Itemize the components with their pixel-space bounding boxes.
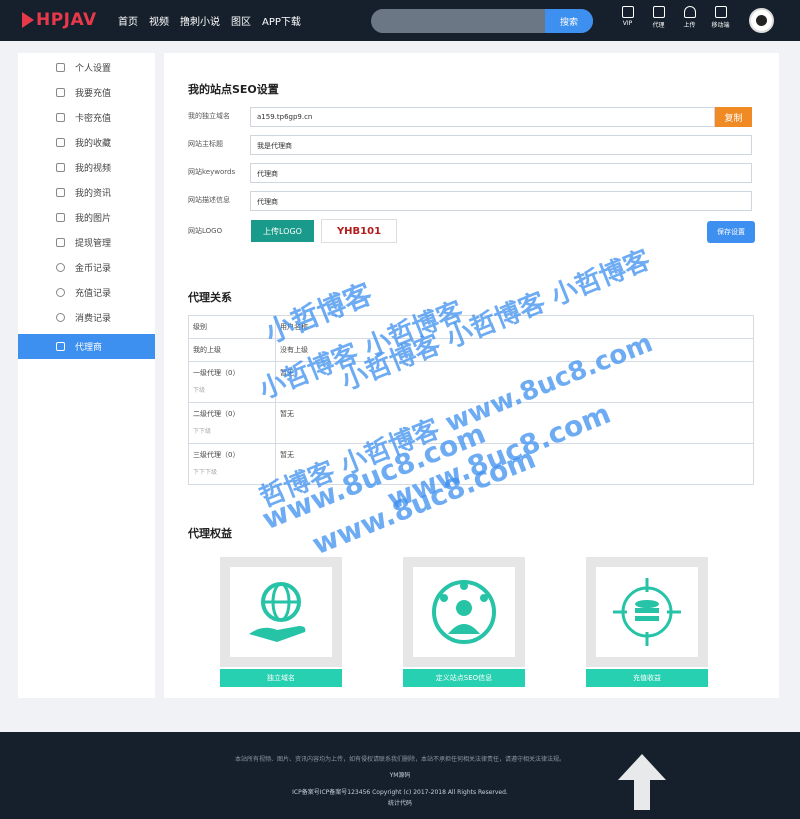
benefit-label: 独立域名 [220, 669, 342, 687]
name-cell: 暂无 [275, 443, 754, 485]
description-field[interactable]: 代理商 [250, 191, 752, 211]
main-panel: 我的站点SEO设置 我的独立域名 a159.tp6gp9.cn 复制 网站主标题… [164, 53, 779, 698]
withdraw-icon [56, 238, 65, 247]
domain-field[interactable]: a159.tp6gp9.cn [250, 107, 715, 127]
nav-home[interactable]: 首页 [118, 13, 138, 28]
site-title-row: 网站主标题 我是代理商 [188, 135, 752, 155]
consume-icon [56, 313, 65, 322]
video-icon [56, 163, 65, 172]
mobile-icon [714, 6, 727, 18]
benefit-label: 定义站点SEO信息 [403, 669, 525, 687]
logo-preview: YHB101 [321, 219, 397, 243]
upload-button[interactable]: 上传 [674, 6, 705, 29]
save-settings-button[interactable]: 保存设置 [707, 221, 755, 243]
sidebar-item-agent[interactable]: 代理商 [18, 334, 155, 359]
agent-button[interactable]: 代理 [643, 6, 674, 29]
card-icon [56, 113, 65, 122]
brand-name: HPJAV [36, 10, 97, 30]
table-row: 一级代理（0） 下级 暂无 [188, 361, 754, 403]
table-header-row: 级别 用户名称 [188, 315, 754, 339]
search-input[interactable] [371, 9, 545, 33]
relation-section-title: 代理关系 [188, 291, 232, 304]
footer-brand: YM源码 [389, 772, 411, 779]
level-cell: 我的上级 [188, 338, 276, 362]
agent-icon [652, 6, 665, 18]
star-icon [56, 138, 65, 147]
nav-gallery[interactable]: 图区 [231, 13, 251, 28]
upload-logo-button[interactable]: 上传LOGO [251, 220, 314, 242]
benefit-label: 充值收益 [586, 669, 708, 687]
vip-button[interactable]: VIP [612, 6, 643, 29]
search-bar: 搜索 [371, 9, 593, 33]
table-row: 三级代理（0） 下下下级 暂无 [188, 443, 754, 485]
vip-icon [621, 6, 634, 18]
benefit-card-recharge: 充值收益 [586, 557, 708, 687]
history-icon [56, 288, 65, 297]
sidebar-item-favorites[interactable]: 我的收藏 [18, 130, 155, 155]
sidebar-item-card-recharge[interactable]: 卡密充值 [18, 105, 155, 130]
nav-app-download[interactable]: APP下载 [262, 13, 301, 28]
seo-section-title: 我的站点SEO设置 [188, 83, 279, 96]
coin-icon [56, 263, 65, 272]
footer-disclaimer: 本站所有视频、图片、资讯内容均为上传，如有侵权请联系我们删除，本站不承担任何相关… [234, 756, 565, 763]
sidebar-item-consume-history[interactable]: 消费记录 [18, 305, 155, 330]
footer: 本站所有视频、图片、资讯内容均为上传，如有侵权请联系我们删除，本站不承担任何相关… [0, 732, 800, 819]
level-cell: 一级代理（0） 下级 [188, 361, 276, 403]
mobile-button[interactable]: 移动端 [705, 6, 736, 29]
sidebar-item-recharge[interactable]: 我要充值 [18, 80, 155, 105]
search-button[interactable]: 搜索 [545, 9, 593, 33]
top-actions: VIP 代理 上传 移动端 [612, 6, 736, 29]
network-user-icon [432, 580, 496, 644]
user-icon [56, 63, 65, 72]
sidebar-item-profile[interactable]: 个人设置 [18, 55, 155, 80]
sidebar: 个人设置 我要充值 卡密充值 我的收藏 我的视频 我的资讯 我的图片 提现管理 … [18, 53, 155, 698]
sidebar-item-withdraw[interactable]: 提现管理 [18, 230, 155, 255]
footer-stats: 统计代码 [387, 800, 412, 807]
sidebar-item-recharge-history[interactable]: 充值记录 [18, 280, 155, 305]
name-cell: 暂无 [275, 361, 754, 403]
main-nav: 首页 视频 撸刺小说 图区 APP下载 [118, 13, 301, 28]
scroll-top-icon[interactable] [610, 750, 674, 814]
play-icon [22, 12, 34, 28]
keywords-row: 网站keywords 代理商 [188, 163, 752, 183]
name-cell: 暂无 [275, 402, 754, 444]
medal-icon [56, 88, 65, 97]
description-row: 网站描述信息 代理商 [188, 191, 752, 211]
top-navbar: HPJAV 首页 视频 撸刺小说 图区 APP下载 搜索 VIP 代理 上传 移… [0, 0, 800, 41]
image-icon [56, 213, 65, 222]
sidebar-item-news[interactable]: 我的资讯 [18, 180, 155, 205]
footer-copyright: ICP备案号ICP备案号123456 Copyright (c) 2017-20… [292, 789, 508, 796]
domain-row: 我的独立域名 a159.tp6gp9.cn 复制 [188, 107, 752, 127]
book-icon [56, 188, 65, 197]
name-cell: 没有上级 [275, 338, 754, 362]
agent-relation-table: 级别 用户名称 我的上级 没有上级 一级代理（0） 下级 暂无 二级代理（0） 下下… [188, 315, 754, 485]
agent-tree-icon [56, 342, 65, 351]
table-header: 级别 [188, 315, 276, 339]
site-title-field[interactable]: 我是代理商 [250, 135, 752, 155]
globe-hand-icon [249, 582, 306, 642]
benefit-card-domain: 独立域名 [220, 557, 342, 687]
benefit-card-seo: 定义站点SEO信息 [403, 557, 525, 687]
keywords-field[interactable]: 代理商 [250, 163, 752, 183]
nav-video[interactable]: 视频 [149, 13, 169, 28]
logo-label: 网站LOGO [188, 227, 223, 235]
face-icon [756, 15, 767, 26]
benefits-section-title: 代理权益 [188, 527, 232, 540]
table-row: 我的上级 没有上级 [188, 338, 754, 362]
sidebar-item-videos[interactable]: 我的视频 [18, 155, 155, 180]
nav-novel[interactable]: 撸刺小说 [180, 13, 220, 28]
upload-icon [683, 6, 696, 18]
sidebar-item-images[interactable]: 我的图片 [18, 205, 155, 230]
database-target-icon [613, 578, 681, 646]
level-cell: 二级代理（0） 下下级 [188, 402, 276, 444]
level-cell: 三级代理（0） 下下下级 [188, 443, 276, 485]
table-row: 二级代理（0） 下下级 暂无 [188, 402, 754, 444]
brand-logo[interactable]: HPJAV [22, 10, 97, 30]
copy-button[interactable]: 复制 [715, 107, 752, 127]
sidebar-item-coins[interactable]: 金币记录 [18, 255, 155, 280]
table-header: 用户名称 [275, 315, 754, 339]
avatar[interactable] [749, 8, 774, 33]
